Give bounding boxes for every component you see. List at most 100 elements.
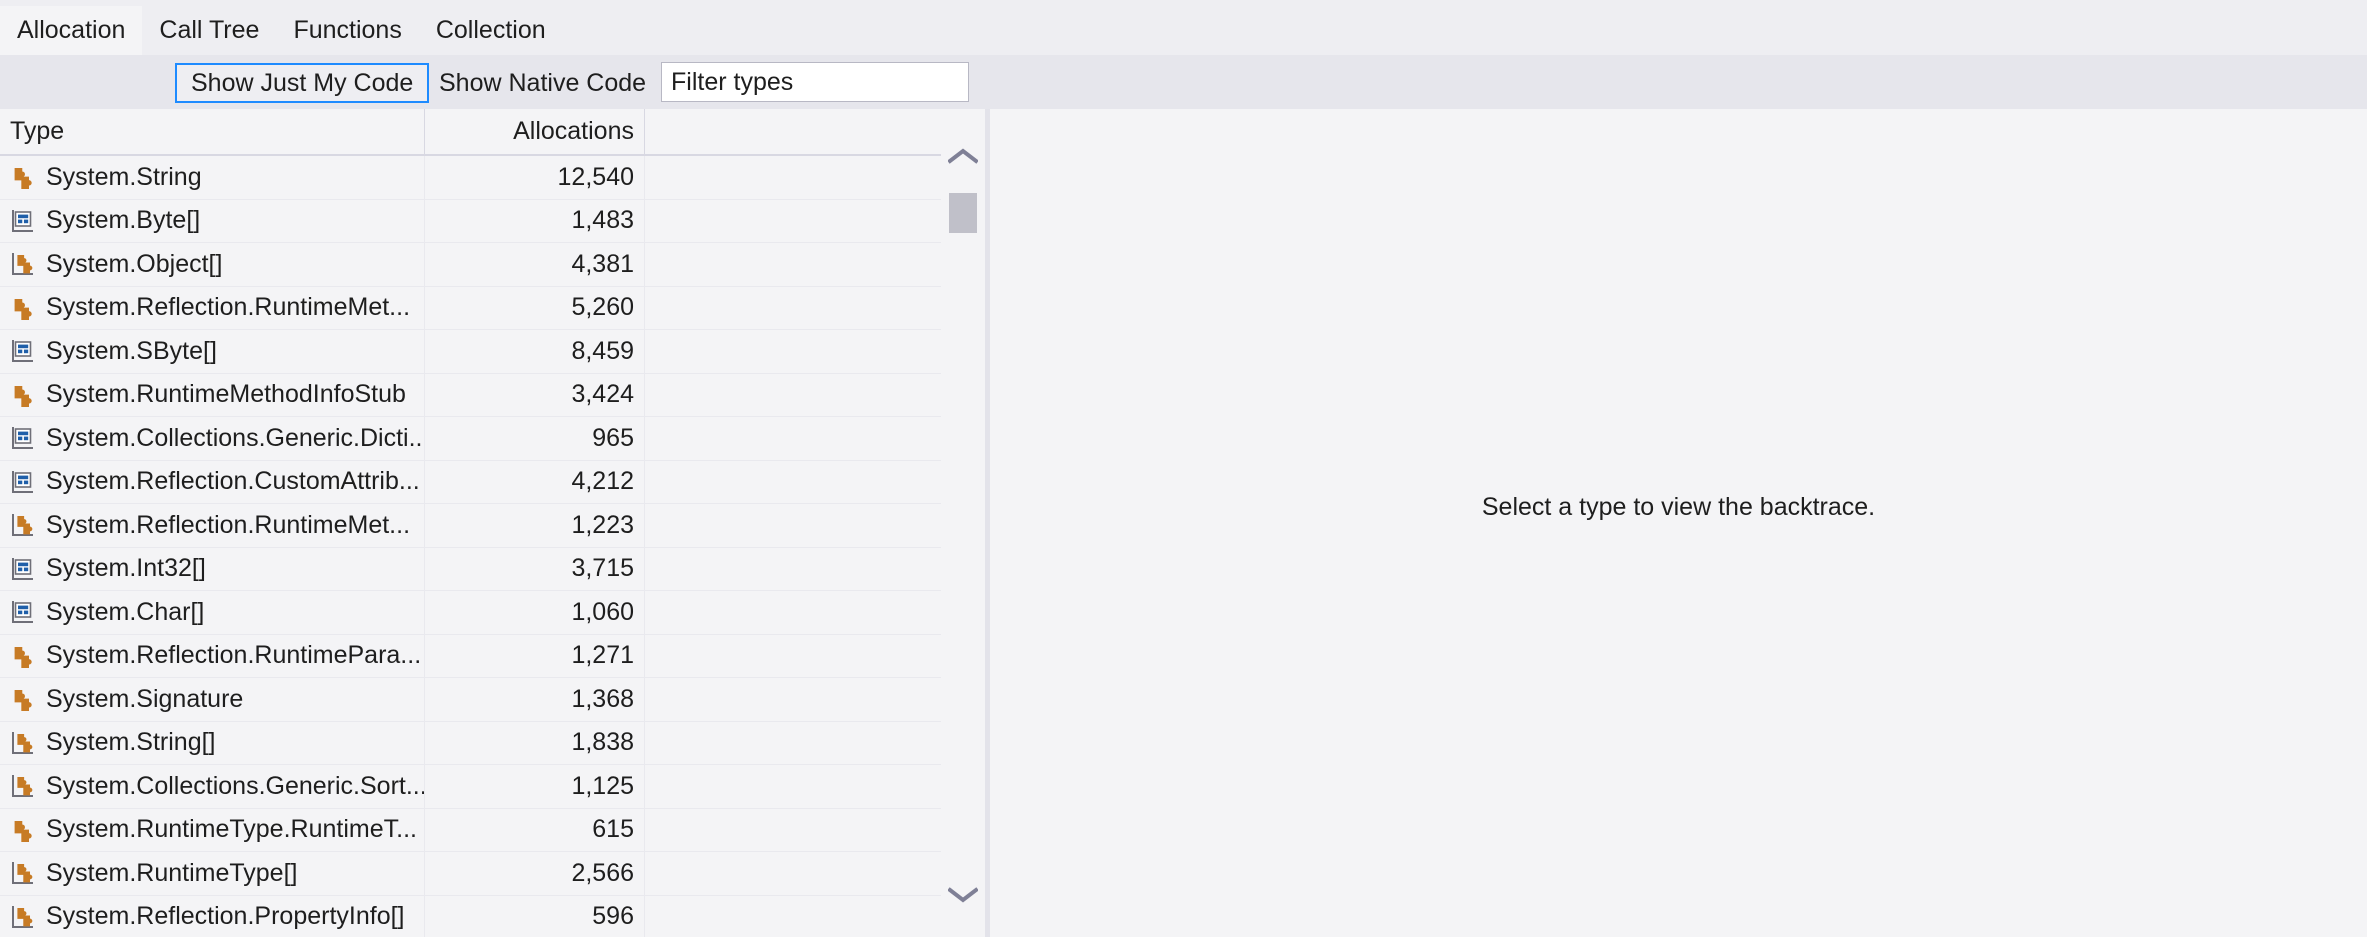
allocations-value: 615 [592, 815, 634, 844]
scroll-up-arrow-icon[interactable] [941, 136, 985, 176]
class-icon [14, 646, 32, 668]
cell-blank [645, 809, 985, 852]
tab-call-tree-label: Call Tree [159, 16, 260, 44]
show-just-my-code-label: Show Just My Code [191, 68, 414, 97]
cell-allocations: 596 [425, 895, 645, 937]
cell-allocations: 3,424 [425, 373, 645, 416]
table-row[interactable]: System.Reflection.PropertyInfo[] 596 [0, 895, 985, 937]
table-row[interactable]: System.Reflection.RuntimePara... 1,271 [0, 634, 985, 678]
cell-blank [645, 722, 985, 765]
table-row[interactable]: System.Reflection.RuntimeMet... 1,223 [0, 504, 985, 548]
cell-allocations: 4,381 [425, 243, 645, 286]
table-row[interactable]: System.String 12,540 [0, 156, 985, 200]
table-row[interactable]: System.Collections.Generic.Dicti... 965 [0, 417, 985, 461]
type-name-label: System.String[] [46, 728, 216, 757]
cell-allocations: 1,838 [425, 721, 645, 764]
table-row[interactable]: System.Char[] 1,060 [0, 591, 985, 635]
allocations-value: 12,540 [557, 162, 634, 191]
type-name-label: System.String [46, 162, 202, 191]
table-row[interactable]: System.Reflection.RuntimeMet... 5,260 [0, 286, 985, 330]
table-row[interactable]: System.Signature 1,368 [0, 678, 985, 722]
allocations-value: 1,838 [571, 728, 634, 757]
type-name-label: System.Reflection.CustomAttrib... [46, 467, 420, 496]
tab-collection-label: Collection [435, 16, 546, 44]
table-row[interactable]: System.Collections.Generic.Sort... 1,125 [0, 765, 985, 809]
column-header-type-label: Type [10, 117, 65, 145]
tab-allocation[interactable]: Allocation [0, 6, 143, 55]
cell-blank [645, 548, 985, 591]
cell-type: System.SByte[] [0, 330, 425, 373]
cell-blank [645, 635, 985, 678]
cell-blank [645, 678, 985, 721]
table-row[interactable]: System.RuntimeType.RuntimeT... 615 [0, 808, 985, 852]
cell-allocations: 1,125 [425, 765, 645, 808]
cell-blank [645, 330, 985, 373]
allocations-value: 5,260 [571, 293, 634, 322]
class-icon [14, 298, 32, 320]
allocations-value: 1,368 [571, 684, 634, 713]
tab-functions[interactable]: Functions [276, 6, 418, 55]
scrollbar-track[interactable] [941, 176, 985, 898]
cell-allocations: 1,368 [425, 678, 645, 721]
table-row[interactable]: System.Int32[] 3,715 [0, 547, 985, 591]
cell-blank [645, 591, 985, 634]
type-name-label: System.Int32[] [46, 554, 206, 583]
class-icon [14, 385, 32, 407]
cell-blank [645, 200, 985, 243]
toolbar: Show Just My Code Show Native Code [0, 55, 2367, 109]
scroll-down-arrow-icon[interactable] [941, 875, 985, 915]
table-row[interactable]: System.SByte[] 8,459 [0, 330, 985, 374]
type-name-label: System.Byte[] [46, 206, 201, 235]
table-row[interactable]: System.Byte[] 1,483 [0, 199, 985, 243]
cell-allocations: 1,483 [425, 199, 645, 242]
allocations-value: 596 [592, 902, 634, 931]
cell-allocations: 4,212 [425, 460, 645, 503]
cell-type: System.Reflection.RuntimePara... [0, 634, 425, 677]
type-name-label: System.Reflection.RuntimePara... [46, 641, 422, 670]
cell-blank [645, 896, 985, 937]
class-array-icon [12, 905, 33, 928]
cell-allocations: 8,459 [425, 330, 645, 373]
tab-call-tree[interactable]: Call Tree [142, 6, 276, 55]
table-row[interactable]: System.String[] 1,838 [0, 721, 985, 765]
allocations-value: 8,459 [571, 336, 634, 365]
type-name-label: System.RuntimeType[] [46, 858, 298, 887]
scrollbar-thumb[interactable] [949, 193, 977, 233]
grid-header-row: Type Allocations [0, 109, 985, 156]
table-row[interactable]: System.Reflection.CustomAttrib... 4,212 [0, 460, 985, 504]
value-array-icon [12, 557, 33, 580]
cell-allocations: 12,540 [425, 156, 645, 199]
show-native-code-button[interactable]: Show Native Code [423, 63, 662, 103]
type-name-label: System.Reflection.PropertyInfo[] [46, 902, 405, 931]
class-array-icon [12, 775, 33, 798]
filter-types-input[interactable] [661, 62, 969, 102]
show-just-my-code-button[interactable]: Show Just My Code [175, 63, 430, 103]
cell-type: System.RuntimeType.RuntimeT... [0, 808, 425, 851]
table-row[interactable]: System.Object[] 4,381 [0, 243, 985, 287]
cell-blank [645, 461, 985, 504]
tab-strip: Allocation Call Tree Functions Collectio… [0, 0, 2367, 55]
table-row[interactable]: System.RuntimeType[] 2,566 [0, 852, 985, 896]
cell-type: System.RuntimeType[] [0, 852, 425, 895]
class-array-icon [12, 514, 33, 537]
cell-type: System.Int32[] [0, 547, 425, 590]
class-array-icon [12, 862, 33, 885]
column-header-allocations[interactable]: Allocations [425, 109, 645, 154]
value-array-icon [12, 470, 33, 493]
allocations-value: 2,566 [571, 858, 634, 887]
column-header-type[interactable]: Type [0, 109, 425, 154]
cell-blank [645, 156, 985, 199]
cell-type: System.String[] [0, 721, 425, 764]
class-icon [14, 690, 32, 712]
tab-collection[interactable]: Collection [419, 6, 563, 55]
vertical-scrollbar[interactable] [941, 119, 985, 937]
cell-type: System.Reflection.CustomAttrib... [0, 460, 425, 503]
value-array-icon [12, 340, 33, 363]
table-row[interactable]: System.RuntimeMethodInfoStub 3,424 [0, 373, 985, 417]
type-name-label: System.RuntimeMethodInfoStub [46, 380, 406, 409]
type-name-label: System.Char[] [46, 597, 205, 626]
profiler-allocation-view: Allocation Call Tree Functions Collectio… [0, 0, 2367, 937]
cell-blank [645, 287, 985, 330]
cell-allocations: 1,060 [425, 591, 645, 634]
cell-type: System.String [0, 156, 425, 199]
